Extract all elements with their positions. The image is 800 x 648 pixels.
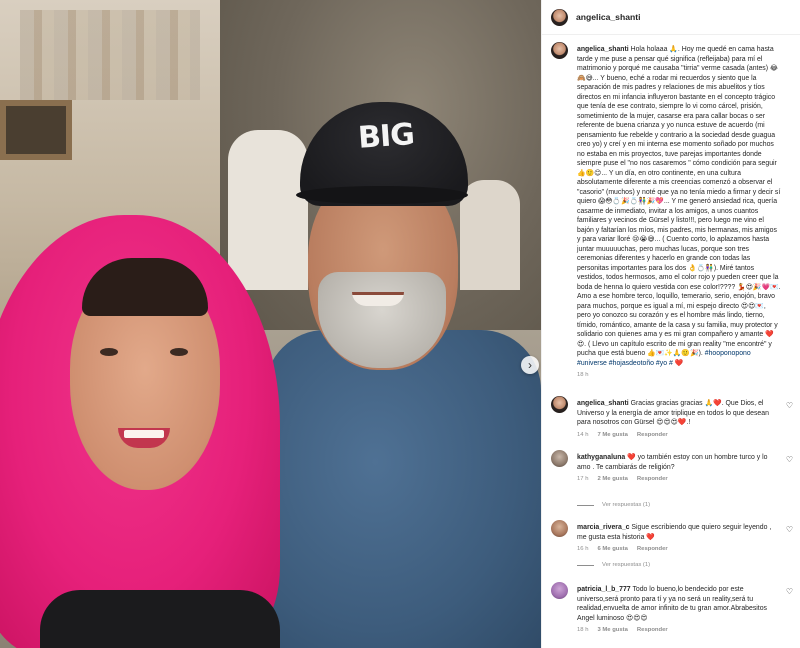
replies-divider	[577, 504, 594, 506]
wooden-window	[0, 100, 72, 160]
comment-time: 16 h	[577, 546, 589, 552]
heart-outline-icon[interactable]: ♡	[786, 526, 793, 534]
woman-black-top	[40, 590, 280, 648]
caption-username[interactable]: angelica_shanti	[577, 46, 629, 53]
reply-button[interactable]: Responder	[637, 432, 668, 438]
replies-divider	[577, 564, 594, 566]
avatar-icon[interactable]	[551, 450, 568, 467]
reply-button[interactable]: Responder	[637, 476, 668, 482]
woman-teeth	[124, 430, 164, 438]
heart-outline-icon[interactable]: ♡	[786, 588, 793, 596]
post-header: angelica_shanti	[542, 0, 800, 35]
woman-right-eye	[170, 348, 188, 356]
comment-time: 17 h	[577, 476, 589, 482]
caption-time: 18 h	[577, 372, 589, 378]
comment-time: 14 h	[577, 431, 589, 438]
reply-button[interactable]: Responder	[637, 546, 668, 552]
caption-tail: ❤️	[674, 359, 684, 367]
comment-likes[interactable]: 6 Me gusta	[597, 546, 627, 552]
view-replies-button[interactable]: Ver respuestas (1)	[577, 562, 650, 568]
view-replies-label[interactable]: Ver respuestas (1)	[602, 502, 650, 508]
cap-brim	[296, 186, 468, 204]
man-blue-shirt	[265, 330, 541, 648]
comments-scroll[interactable]: angelica_shanti Hola holaaa 🙏. Hoy me qu…	[542, 36, 800, 648]
comment-likes[interactable]: 3 Me gusta	[597, 627, 627, 633]
avatar-icon[interactable]	[551, 582, 568, 599]
heart-outline-icon[interactable]: ♡	[786, 402, 793, 410]
comment-likes[interactable]: 2 Me gusta	[597, 476, 627, 482]
comment-username[interactable]: marcia_rivera_c	[577, 524, 630, 531]
reply-button[interactable]: Responder	[637, 627, 668, 633]
comment-likes[interactable]: 7 Me gusta	[597, 432, 627, 438]
header-username[interactable]: angelica_shanti	[576, 12, 640, 22]
post-sidebar: angelica_shanti angelica_shanti Hola hol…	[541, 0, 800, 648]
avatar-icon[interactable]	[551, 8, 568, 26]
woman-left-eye	[100, 348, 118, 356]
caption-body: Hola holaaa 🙏. Hoy me quedé en cama hast…	[577, 46, 781, 357]
white-chapel-right	[460, 180, 520, 290]
cap-logo-text: BIG	[356, 117, 415, 156]
avatar-icon[interactable]	[551, 520, 568, 537]
comment-username[interactable]: patricia_l_b_777	[577, 586, 631, 593]
view-replies-label[interactable]: Ver respuestas (1)	[602, 562, 650, 568]
heart-outline-icon[interactable]: ♡	[786, 456, 793, 464]
fresco	[20, 10, 200, 100]
post-photo[interactable]: BIG ›	[0, 0, 541, 648]
avatar-icon[interactable]	[551, 396, 568, 413]
chevron-right-icon[interactable]: ›	[521, 356, 539, 374]
comment-time: 18 h	[577, 627, 589, 633]
white-chapel	[228, 130, 308, 290]
view-replies-button[interactable]: Ver respuestas (1)	[577, 502, 650, 508]
man-smile	[352, 292, 404, 306]
avatar-icon[interactable]	[551, 42, 568, 59]
caption-text: angelica_shanti Hola holaaa 🙏. Hoy me qu…	[577, 45, 781, 368]
comment-username[interactable]: angelica_shanti	[577, 400, 629, 407]
comment-username[interactable]: kathyganaluna	[577, 454, 625, 461]
